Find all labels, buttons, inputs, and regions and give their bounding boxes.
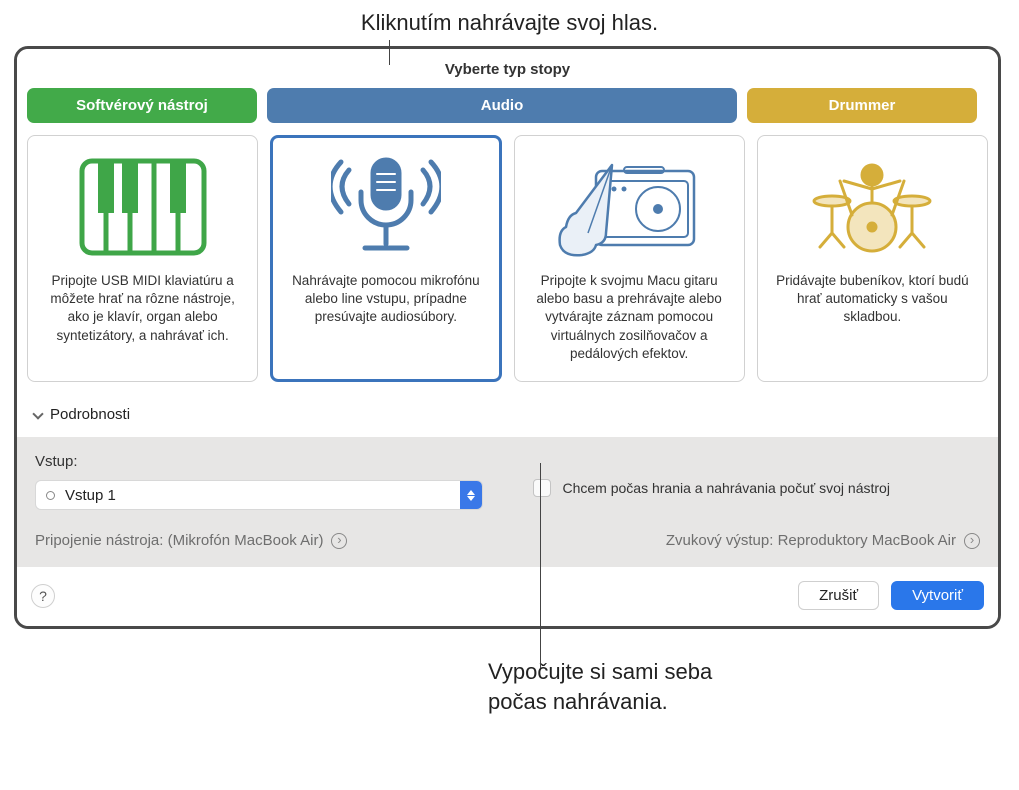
- connection-arrow-icon[interactable]: [331, 533, 347, 549]
- dialog-footer: ? Zrušiť Vytvoriť: [17, 567, 998, 626]
- input-value: Vstup 1: [65, 487, 460, 504]
- track-type-tabs: Softvérový nástroj Audio Drummer: [17, 88, 998, 123]
- cancel-button[interactable]: Zrušiť: [798, 581, 879, 610]
- mono-channel-icon: [46, 491, 55, 500]
- tab-software-instrument[interactable]: Softvérový nástroj: [27, 88, 257, 123]
- new-track-dialog: Vyberte typ stopy Softvérový nástroj Aud…: [14, 46, 1001, 629]
- input-label: Vstup:: [35, 453, 483, 470]
- card-audio-microphone[interactable]: Nahrávajte pomocou mikrofónu alebo line …: [270, 135, 501, 382]
- instrument-connection-text: Pripojenie nástroja: (Mikrofón MacBook A…: [35, 532, 347, 549]
- details-panel: Vstup: Vstup 1 Chcem počas hrania a nahr…: [17, 437, 998, 567]
- callout-bottom-line: [540, 463, 541, 668]
- chevron-down-icon: [32, 408, 43, 419]
- audio-output-text: Zvukový výstup: Reproduktory MacBook Air: [666, 532, 980, 549]
- callout-top-line: [389, 40, 390, 65]
- card-drummer-text: Pridávajte bubeníkov, ktorí budú hrať au…: [772, 272, 973, 327]
- tab-audio[interactable]: Audio: [267, 88, 737, 123]
- drummer-icon: [792, 152, 952, 262]
- card-drummer[interactable]: Pridávajte bubeníkov, ktorí budú hrať au…: [757, 135, 988, 382]
- card-audio-guitar[interactable]: Pripojte k svojmu Macu gitaru alebo basu…: [514, 135, 745, 382]
- callout-bottom-line1: Vypočujte si sami seba: [488, 657, 848, 687]
- callout-top: Kliknutím nahrávajte svoj hlas.: [0, 0, 1019, 36]
- monitor-label: Chcem počas hrania a nahrávania počuť sv…: [563, 480, 890, 496]
- stepper-icon: [460, 481, 482, 509]
- callout-top-text: Kliknutím nahrávajte svoj hlas.: [361, 10, 658, 35]
- card-microphone-text: Nahrávajte pomocou mikrofónu alebo line …: [285, 272, 486, 327]
- guitar-amp-icon: [554, 152, 704, 262]
- details-label: Podrobnosti: [50, 406, 130, 423]
- details-disclosure[interactable]: Podrobnosti: [17, 398, 998, 437]
- card-software-text: Pripojte USB MIDI klaviatúru a môžete hr…: [42, 272, 243, 345]
- card-software-instrument[interactable]: Pripojte USB MIDI klaviatúru a môžete hr…: [27, 135, 258, 382]
- dialog-title: Vyberte typ stopy: [17, 49, 998, 88]
- microphone-icon: [331, 152, 441, 262]
- input-select[interactable]: Vstup 1: [35, 480, 483, 510]
- keyboard-icon: [78, 152, 208, 262]
- card-guitar-text: Pripojte k svojmu Macu gitaru alebo basu…: [529, 272, 730, 363]
- callout-bottom-line2: počas nahrávania.: [488, 687, 848, 717]
- output-arrow-icon[interactable]: [964, 533, 980, 549]
- help-button[interactable]: ?: [31, 584, 55, 608]
- create-button[interactable]: Vytvoriť: [891, 581, 984, 610]
- track-type-cards: Pripojte USB MIDI klaviatúru a môžete hr…: [17, 123, 998, 398]
- callout-bottom: Vypočujte si sami seba počas nahrávania.: [488, 639, 848, 716]
- tab-drummer[interactable]: Drummer: [747, 88, 977, 123]
- monitor-checkbox[interactable]: [533, 479, 551, 497]
